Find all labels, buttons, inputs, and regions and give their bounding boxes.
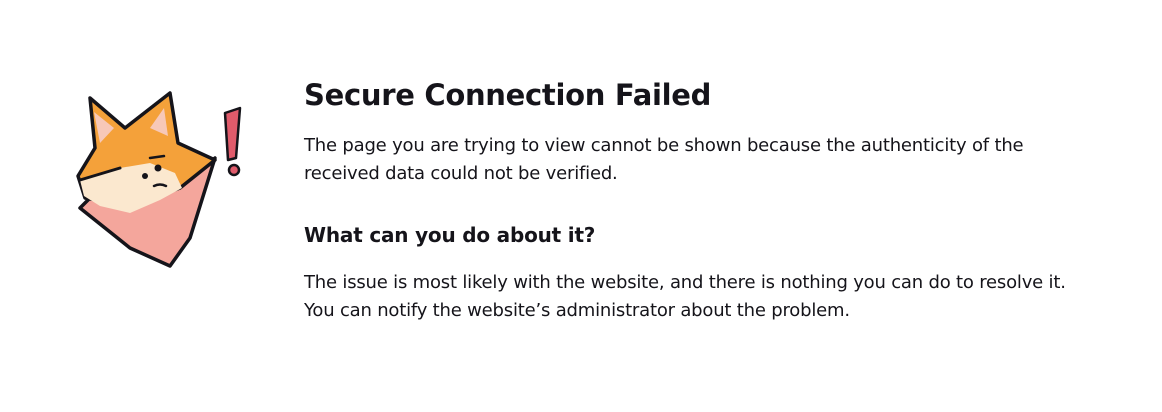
error-description: The page you are trying to view cannot b…	[304, 135, 1024, 184]
fox-warning-icon	[70, 88, 260, 273]
page-title: Secure Connection Failed	[304, 78, 712, 112]
error-content: Secure Connection Failed The page you ar…	[304, 76, 1094, 325]
help-text: The issue is most likely with the websit…	[304, 272, 1066, 321]
help-heading: What can you do about it?	[304, 223, 596, 247]
